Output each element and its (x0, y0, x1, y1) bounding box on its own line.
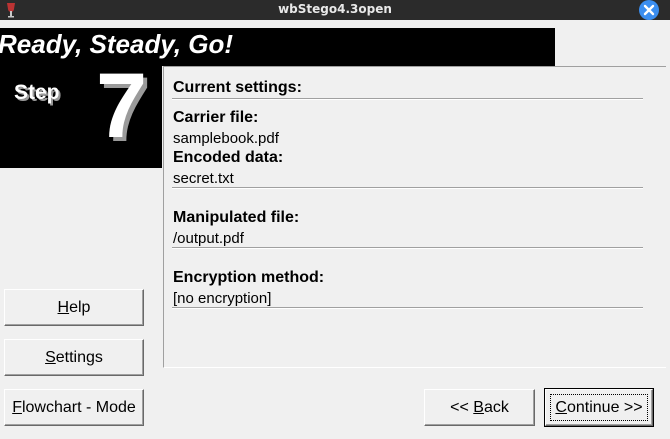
step-number: 7 (96, 55, 148, 157)
divider (172, 307, 643, 309)
title-bar: wbStego4.3open (0, 0, 670, 20)
back-button-label: << Back (450, 398, 509, 416)
close-icon (643, 4, 655, 16)
help-button[interactable]: Help (4, 289, 144, 326)
window-title: wbStego4.3open (278, 2, 392, 16)
close-button[interactable] (639, 0, 659, 20)
settings-button[interactable]: Settings (4, 339, 144, 376)
carrier-file-value: samplebook.pdf (173, 130, 279, 147)
encoded-data-label: Encoded data: (173, 149, 284, 166)
encoded-data-value: secret.txt (173, 170, 234, 187)
back-button[interactable]: << Back (424, 389, 535, 426)
manipulated-file-value: /output.pdf (173, 230, 244, 247)
carrier-file-label: Carrier file: (173, 109, 259, 126)
encryption-method-label: Encryption method: (173, 269, 325, 286)
settings-heading: Current settings: (173, 79, 302, 96)
manipulated-file-label: Manipulated file: (173, 209, 300, 226)
continue-button-label: Continue >> (555, 398, 643, 416)
divider (172, 247, 643, 249)
continue-button[interactable]: Continue >> (544, 388, 654, 427)
flowchart-mode-button-label: Flowchart - Mode (12, 398, 136, 416)
divider (172, 98, 643, 100)
settings-button-label: Settings (45, 348, 103, 366)
encryption-method-value: [no encryption] (173, 290, 272, 307)
flowchart-mode-button[interactable]: Flowchart - Mode (4, 389, 144, 426)
divider (172, 187, 643, 189)
step-label: Step (14, 81, 60, 104)
help-button-label: Help (57, 298, 91, 316)
